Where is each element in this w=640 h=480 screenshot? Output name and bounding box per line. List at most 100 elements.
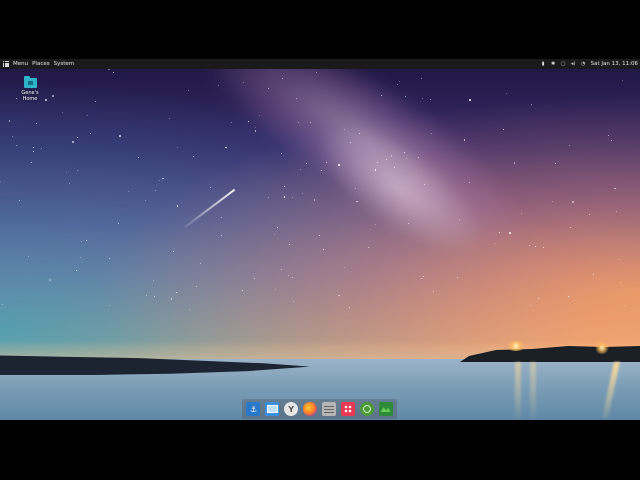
star xyxy=(119,135,121,137)
star xyxy=(509,232,511,234)
star xyxy=(458,218,460,220)
star xyxy=(87,115,88,116)
star xyxy=(137,157,139,159)
star xyxy=(292,197,293,199)
clock[interactable]: Sat Jan 13, 11:06 xyxy=(591,61,638,67)
star xyxy=(354,187,356,189)
star xyxy=(15,145,17,146)
star xyxy=(396,83,399,86)
star xyxy=(49,279,51,281)
dock: ⚓ Y xyxy=(242,399,397,419)
star xyxy=(555,162,557,164)
screenshot-icon[interactable]: ▢ xyxy=(561,61,566,67)
desktop-show-icon[interactable] xyxy=(265,402,280,416)
star xyxy=(456,277,458,278)
star xyxy=(338,294,340,297)
star xyxy=(593,274,595,276)
star xyxy=(268,196,270,198)
star xyxy=(221,234,222,236)
star xyxy=(85,240,87,241)
star xyxy=(76,270,78,272)
light-reflection xyxy=(530,362,536,418)
star xyxy=(422,276,424,278)
star xyxy=(288,243,290,245)
star xyxy=(283,196,286,198)
star xyxy=(253,277,255,279)
star xyxy=(248,121,250,123)
star xyxy=(80,257,82,259)
places-menu[interactable]: Places xyxy=(32,61,50,67)
star xyxy=(531,103,533,105)
star xyxy=(66,172,68,174)
star xyxy=(68,183,70,185)
firefox-icon[interactable] xyxy=(303,402,318,416)
star xyxy=(433,291,435,293)
star xyxy=(76,136,78,138)
star xyxy=(348,306,350,308)
star xyxy=(209,186,212,189)
star xyxy=(145,200,147,202)
star xyxy=(176,147,178,149)
star xyxy=(296,98,298,100)
star xyxy=(468,182,470,183)
menu-grid-icon[interactable] xyxy=(3,61,9,67)
star xyxy=(316,72,318,73)
system-menu[interactable]: System xyxy=(54,61,75,67)
system-monitor-icon[interactable] xyxy=(378,402,393,416)
star xyxy=(199,263,201,265)
star xyxy=(393,166,395,168)
star xyxy=(195,285,197,287)
star xyxy=(625,304,627,306)
star xyxy=(225,146,227,149)
star xyxy=(293,300,295,302)
star xyxy=(305,162,308,165)
home-folder-icon xyxy=(23,76,37,88)
star xyxy=(32,147,34,148)
star xyxy=(158,179,161,182)
star xyxy=(385,159,387,161)
star xyxy=(220,216,223,219)
star xyxy=(254,126,256,128)
star xyxy=(310,121,312,123)
star xyxy=(2,303,4,305)
star xyxy=(513,162,516,164)
star xyxy=(326,162,328,164)
star xyxy=(280,268,282,270)
app-grid-icon[interactable] xyxy=(340,402,355,416)
menu-button[interactable]: Menu xyxy=(13,61,28,67)
star xyxy=(176,291,178,293)
star xyxy=(0,180,2,182)
star xyxy=(301,192,303,194)
star xyxy=(421,97,423,99)
star xyxy=(162,177,164,180)
system-tray: ▮ ✱ ▢ ◂) ◔ Sat Jan 13, 11:06 xyxy=(541,59,640,69)
star xyxy=(431,133,433,134)
star xyxy=(405,158,407,160)
star xyxy=(534,245,536,247)
star xyxy=(614,187,616,190)
star xyxy=(187,89,190,92)
star xyxy=(423,183,425,185)
volume-icon[interactable]: ◂) xyxy=(571,61,576,67)
desktop-wallpaper xyxy=(0,59,640,420)
anchor-app-icon[interactable]: ⚓ xyxy=(246,402,261,416)
clipboard-icon[interactable]: ▮ xyxy=(541,61,546,67)
desktop-icon-label: Gene's Home xyxy=(21,90,39,102)
desktop-icon-home[interactable]: Gene's Home xyxy=(14,76,46,102)
star xyxy=(618,258,620,260)
star xyxy=(313,199,316,201)
star xyxy=(292,277,293,279)
town-light xyxy=(505,341,527,351)
star xyxy=(611,140,613,142)
star xyxy=(77,170,79,172)
yandex-browser-icon[interactable]: Y xyxy=(284,402,299,416)
update-manager-icon[interactable] xyxy=(359,402,374,416)
star xyxy=(374,169,377,171)
star xyxy=(297,121,299,123)
top-panel: Menu Places System ▮ ✱ ▢ ◂) ◔ Sat Jan 13… xyxy=(0,59,640,69)
star xyxy=(537,297,539,299)
star xyxy=(420,78,422,80)
bluetooth-icon[interactable]: ✱ xyxy=(551,61,556,67)
star xyxy=(530,305,532,307)
file-cabinet-icon[interactable] xyxy=(321,402,336,416)
